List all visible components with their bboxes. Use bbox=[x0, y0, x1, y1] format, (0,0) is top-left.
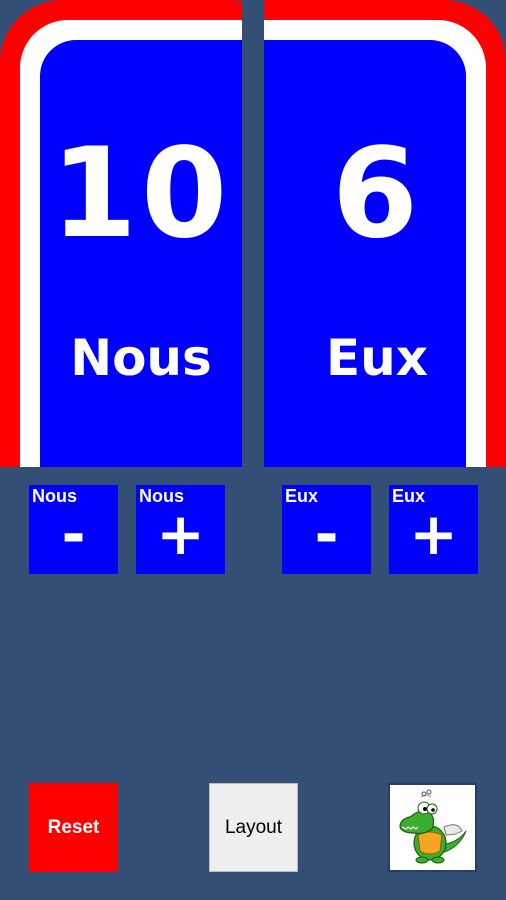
home-plus-button[interactable]: Nous + bbox=[136, 485, 225, 574]
away-minus-label: Eux bbox=[285, 486, 319, 506]
crocodile-mascot-icon bbox=[398, 789, 466, 863]
away-minus-button[interactable]: Eux - bbox=[282, 485, 371, 574]
mascot-button[interactable] bbox=[388, 783, 477, 872]
away-plus-button[interactable]: Eux + bbox=[389, 485, 478, 574]
plus-icon: + bbox=[409, 500, 458, 568]
away-score: 6 bbox=[331, 122, 423, 266]
home-score: 10 bbox=[50, 122, 232, 266]
reset-button[interactable]: Reset bbox=[29, 783, 118, 872]
home-team-name: Nous bbox=[70, 329, 212, 387]
away-team-name: Eux bbox=[325, 329, 428, 387]
home-score-panel: 10 Nous bbox=[0, 0, 242, 467]
minus-icon: - bbox=[314, 500, 339, 568]
minus-icon: - bbox=[61, 500, 86, 568]
home-minus-button[interactable]: Nous - bbox=[29, 485, 118, 574]
away-score-panel: 6 Eux bbox=[264, 0, 506, 467]
plus-icon: + bbox=[156, 500, 205, 568]
layout-button[interactable]: Layout bbox=[209, 783, 298, 872]
